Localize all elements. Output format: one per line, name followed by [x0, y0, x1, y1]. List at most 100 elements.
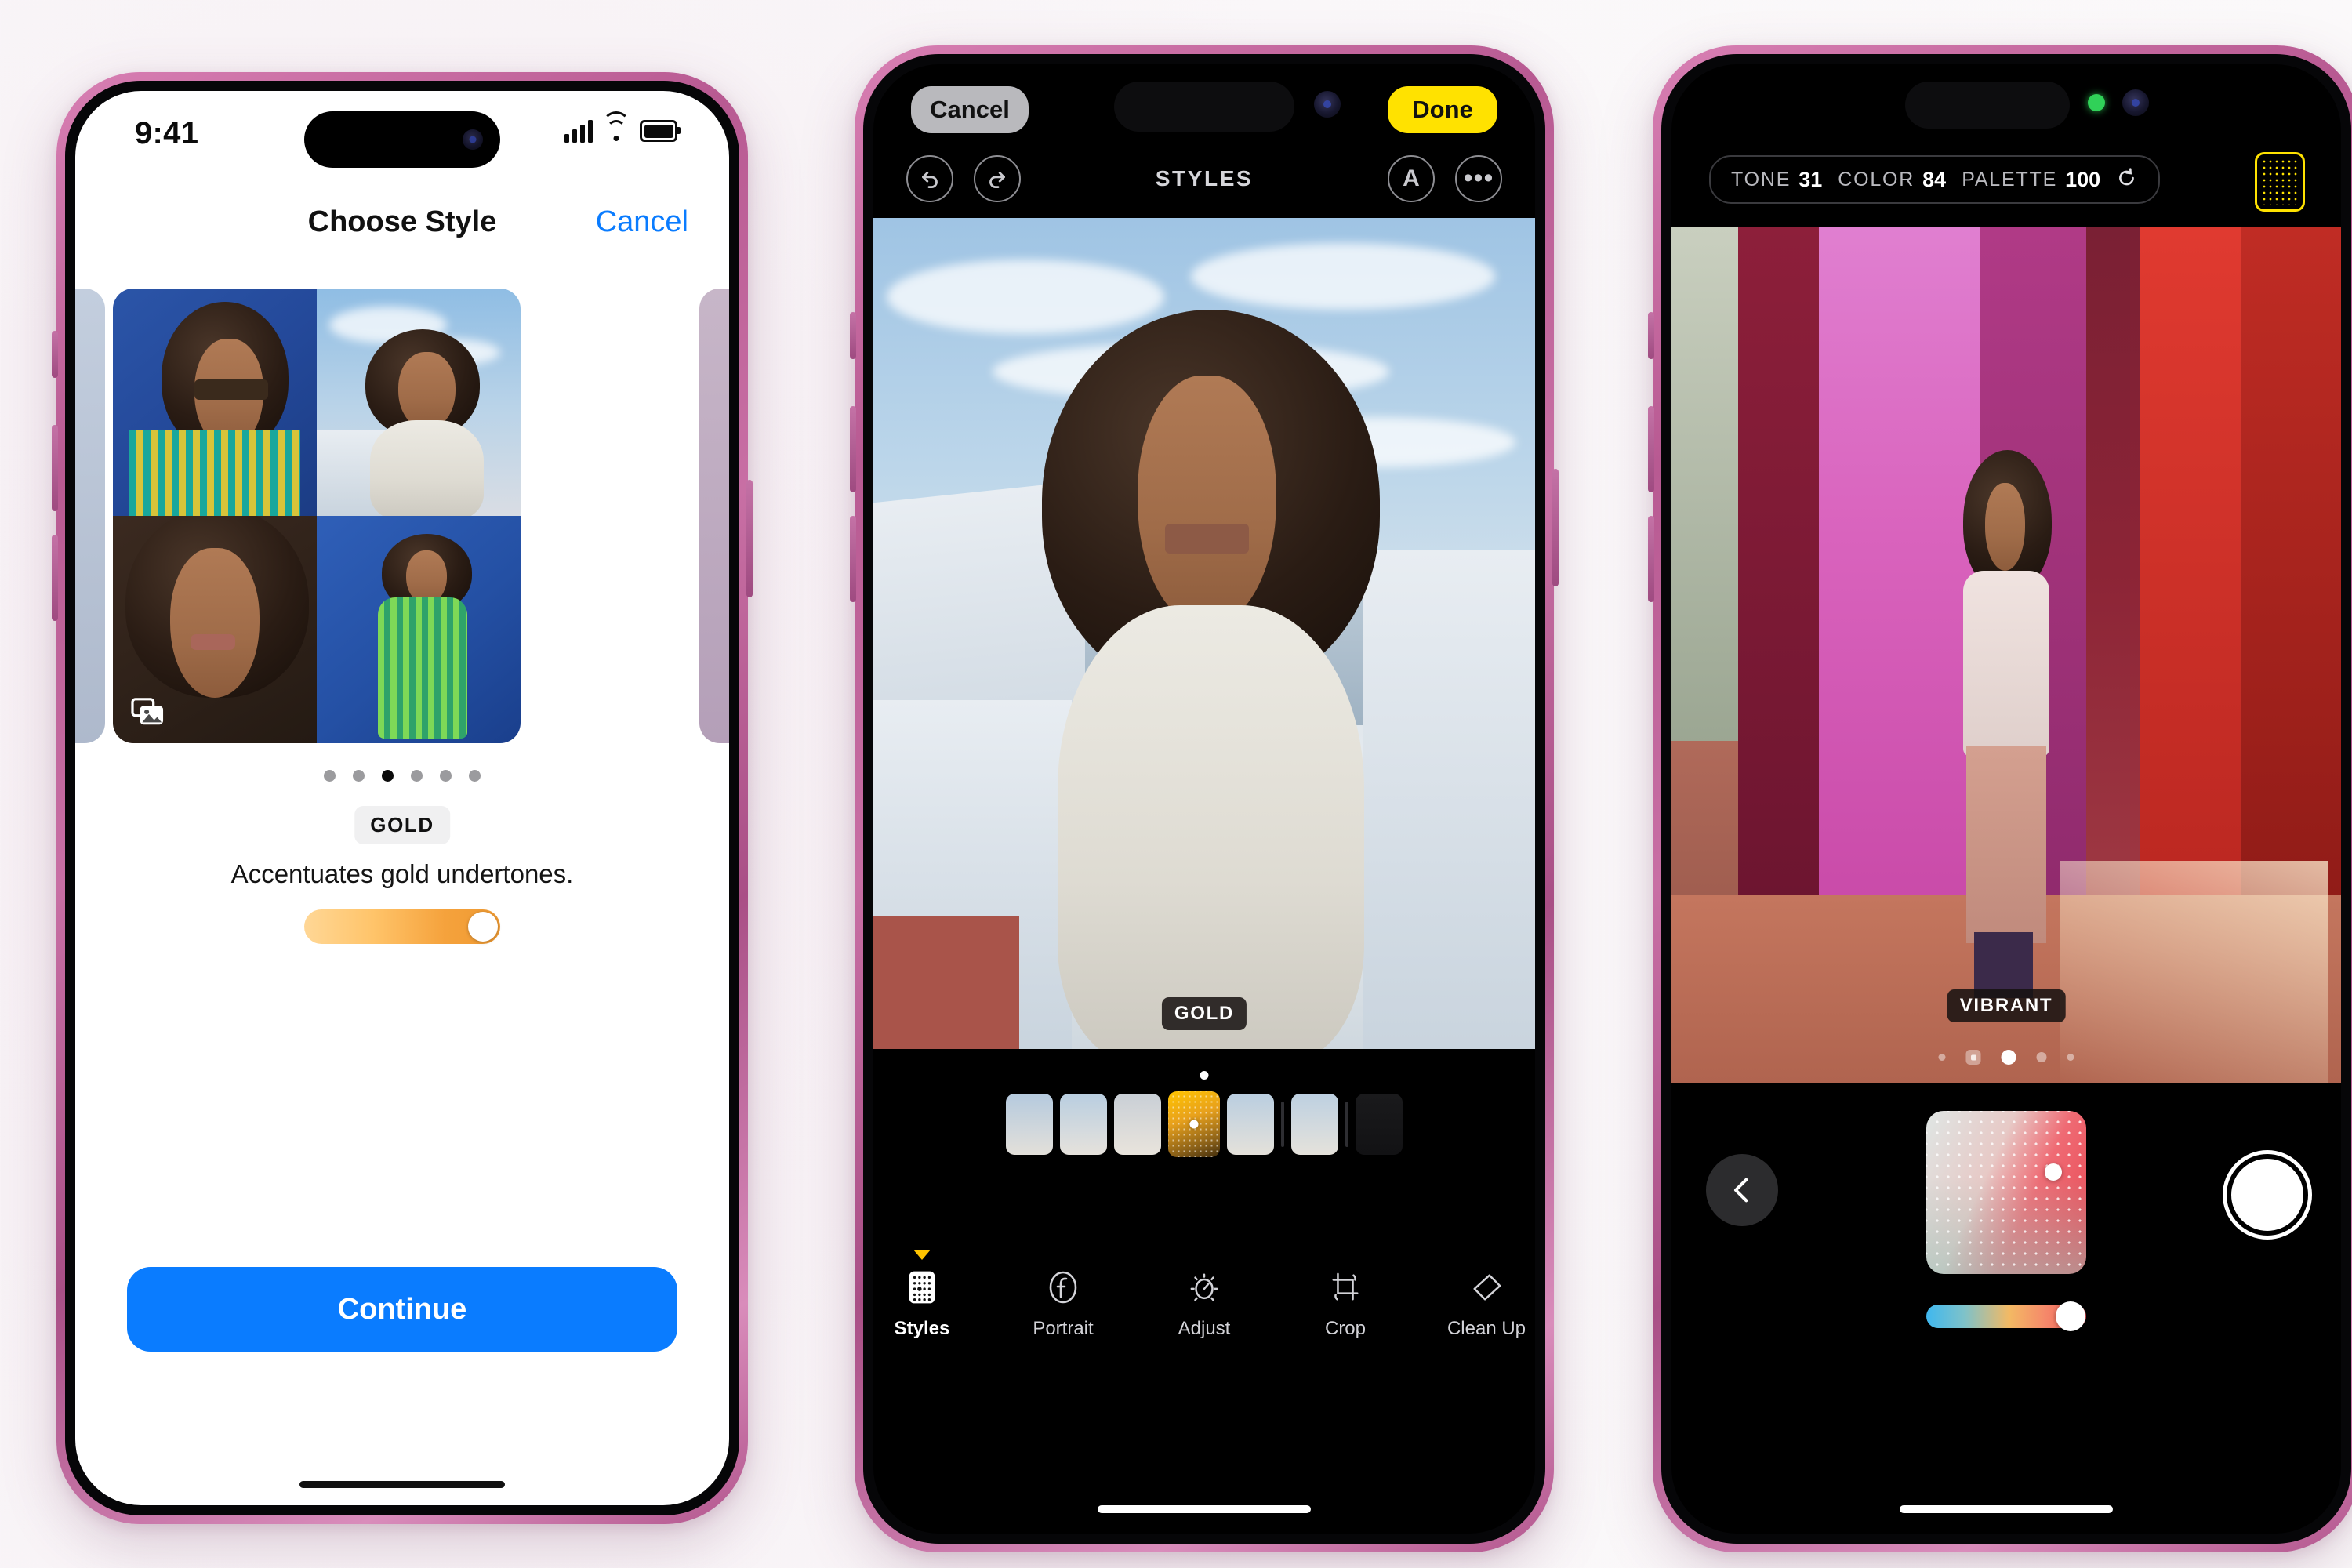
home-indicator	[1098, 1505, 1311, 1513]
reset-arrow-icon[interactable]	[2116, 167, 2138, 193]
color-value: 84	[1922, 167, 1947, 191]
home-indicator	[1900, 1505, 2113, 1513]
undo-icon[interactable]	[906, 155, 953, 202]
screenshot-root: 9:41 Choose Style Cancel GOLD Accentuate…	[0, 0, 2352, 1568]
phone-3-screen: TONE 31 COLOR 84 PALETTE 100 VIBRANT	[1671, 64, 2341, 1534]
carousel-next-card[interactable]	[699, 289, 729, 743]
color-pad-handle[interactable]	[2044, 1163, 2062, 1181]
editor-tab-bar[interactable]: Styles Portrait Adjust Crop Clean Up	[873, 1250, 1535, 1340]
selected-style-marker	[1200, 1071, 1209, 1080]
eraser-icon	[1470, 1270, 1503, 1308]
tone-value: 31	[1798, 167, 1823, 191]
preview-tile-1[interactable]	[113, 289, 317, 516]
back-button[interactable]	[1706, 1154, 1778, 1226]
photo-viewport[interactable]: VIBRANT	[1671, 227, 2341, 1083]
mute-switch[interactable]	[850, 312, 856, 359]
redo-icon[interactable]	[974, 155, 1021, 202]
carousel-prev-card[interactable]	[75, 289, 105, 743]
mute-switch[interactable]	[52, 331, 58, 378]
style-thumbnail[interactable]	[1227, 1094, 1274, 1155]
dynamic-island	[1114, 82, 1294, 132]
phone-2: Cancel Done STYLES A ••• GOLD Styles Por…	[850, 45, 1559, 1552]
carousel-page-dots[interactable]	[324, 770, 481, 782]
tab-styles[interactable]: Styles	[875, 1250, 969, 1340]
preview-tile-2[interactable]	[317, 289, 521, 516]
styles-grid-icon[interactable]	[2255, 152, 2305, 212]
volume-down-button[interactable]	[850, 516, 856, 602]
tab-adjust[interactable]: Adjust	[1157, 1270, 1251, 1340]
tab-label: Crop	[1324, 1318, 1367, 1339]
styles-grid-icon	[908, 1270, 936, 1308]
photo-subject	[1940, 449, 2074, 998]
style-thumbnail[interactable]	[1114, 1094, 1161, 1155]
color-label: COLOR	[1838, 168, 1915, 191]
mute-switch[interactable]	[1648, 312, 1654, 359]
phone-1-bezel: 9:41 Choose Style Cancel GOLD Accentuate…	[65, 81, 739, 1515]
continue-button[interactable]: Continue	[127, 1267, 677, 1352]
phone-3: TONE 31 COLOR 84 PALETTE 100 VIBRANT	[1648, 45, 2352, 1552]
more-options-icon[interactable]: •••	[1455, 155, 1502, 202]
style-page-dots[interactable]	[1938, 1050, 2074, 1065]
phone-2-screen: Cancel Done STYLES A ••• GOLD Styles Por…	[873, 64, 1535, 1534]
style-thumbnail[interactable]	[1291, 1094, 1338, 1155]
green-recording-dot	[2088, 94, 2105, 111]
style-thumbnail[interactable]	[1356, 1094, 1403, 1155]
adjustment-hud[interactable]: TONE 31 COLOR 84 PALETTE 100	[1709, 155, 2161, 204]
auto-enhance-icon[interactable]: A	[1388, 155, 1435, 202]
slider-knob[interactable]	[468, 912, 498, 942]
photo-viewport[interactable]: GOLD	[873, 218, 1535, 1049]
style-intensity-slider[interactable]	[304, 909, 500, 944]
cancel-button[interactable]: Cancel	[596, 205, 688, 239]
palette-value: 100	[2065, 167, 2101, 191]
strip-separator	[1281, 1102, 1284, 1147]
done-button[interactable]: Done	[1388, 86, 1497, 133]
volume-down-button[interactable]	[52, 535, 58, 621]
cellular-bars-icon	[564, 119, 593, 143]
style-caption: Accentuates gold undertones.	[230, 859, 574, 888]
power-button[interactable]	[1552, 469, 1559, 586]
phone-1-screen: 9:41 Choose Style Cancel GOLD Accentuate…	[75, 91, 729, 1505]
dot-grid-pattern	[2261, 158, 2299, 205]
front-camera-icon	[1314, 91, 1341, 118]
phone-3-bezel: TONE 31 COLOR 84 PALETTE 100 VIBRANT	[1661, 54, 2351, 1544]
style-overlay-badge: VIBRANT	[1947, 989, 2066, 1022]
phone-1: 9:41 Choose Style Cancel GOLD Accentuate…	[52, 72, 753, 1524]
tab-clean-up[interactable]: Clean Up	[1439, 1270, 1534, 1340]
style-thumbnail[interactable]	[1060, 1094, 1107, 1155]
volume-up-button[interactable]	[1648, 406, 1654, 492]
portrait-f-icon	[1047, 1270, 1079, 1308]
color-pad[interactable]	[1926, 1111, 2086, 1274]
hue-slider[interactable]	[1926, 1301, 2086, 1331]
style-thumbnail[interactable]	[1006, 1094, 1053, 1155]
shutter-button[interactable]	[2227, 1154, 2308, 1236]
volume-down-button[interactable]	[1648, 516, 1654, 602]
thumbnail-handle[interactable]	[1189, 1120, 1199, 1129]
photo-subject	[1019, 309, 1403, 1049]
tab-label: Adjust	[1178, 1318, 1231, 1339]
dynamic-island	[304, 111, 500, 168]
power-button[interactable]	[746, 480, 753, 597]
status-indicators	[564, 111, 681, 143]
style-overlay-badge: GOLD	[1161, 997, 1247, 1030]
preview-tile-4[interactable]	[317, 516, 521, 743]
status-time: 9:41	[135, 116, 199, 151]
volume-up-button[interactable]	[850, 406, 856, 492]
tab-crop[interactable]: Crop	[1298, 1270, 1392, 1340]
front-camera-icon	[2122, 89, 2149, 116]
style-thumbnail-strip[interactable]	[873, 1091, 1535, 1157]
cancel-button[interactable]: Cancel	[911, 86, 1029, 133]
crop-icon	[1329, 1270, 1362, 1308]
wifi-icon	[602, 111, 630, 141]
slider-knob[interactable]	[2056, 1301, 2085, 1331]
active-tab-caret-icon	[913, 1250, 931, 1260]
navigation-bar: Choose Style Cancel	[75, 191, 729, 259]
style-preview-grid[interactable]	[113, 289, 521, 743]
style-thumbnail-selected[interactable]	[1168, 1091, 1220, 1157]
volume-up-button[interactable]	[52, 425, 58, 511]
style-preview-carousel[interactable]	[75, 289, 729, 743]
home-indicator	[299, 1481, 505, 1488]
style-name-badge: GOLD	[354, 806, 450, 844]
preview-tile-3[interactable]	[113, 516, 317, 743]
tab-portrait[interactable]: Portrait	[1016, 1270, 1110, 1340]
color-pad-surface[interactable]	[1926, 1111, 2086, 1274]
